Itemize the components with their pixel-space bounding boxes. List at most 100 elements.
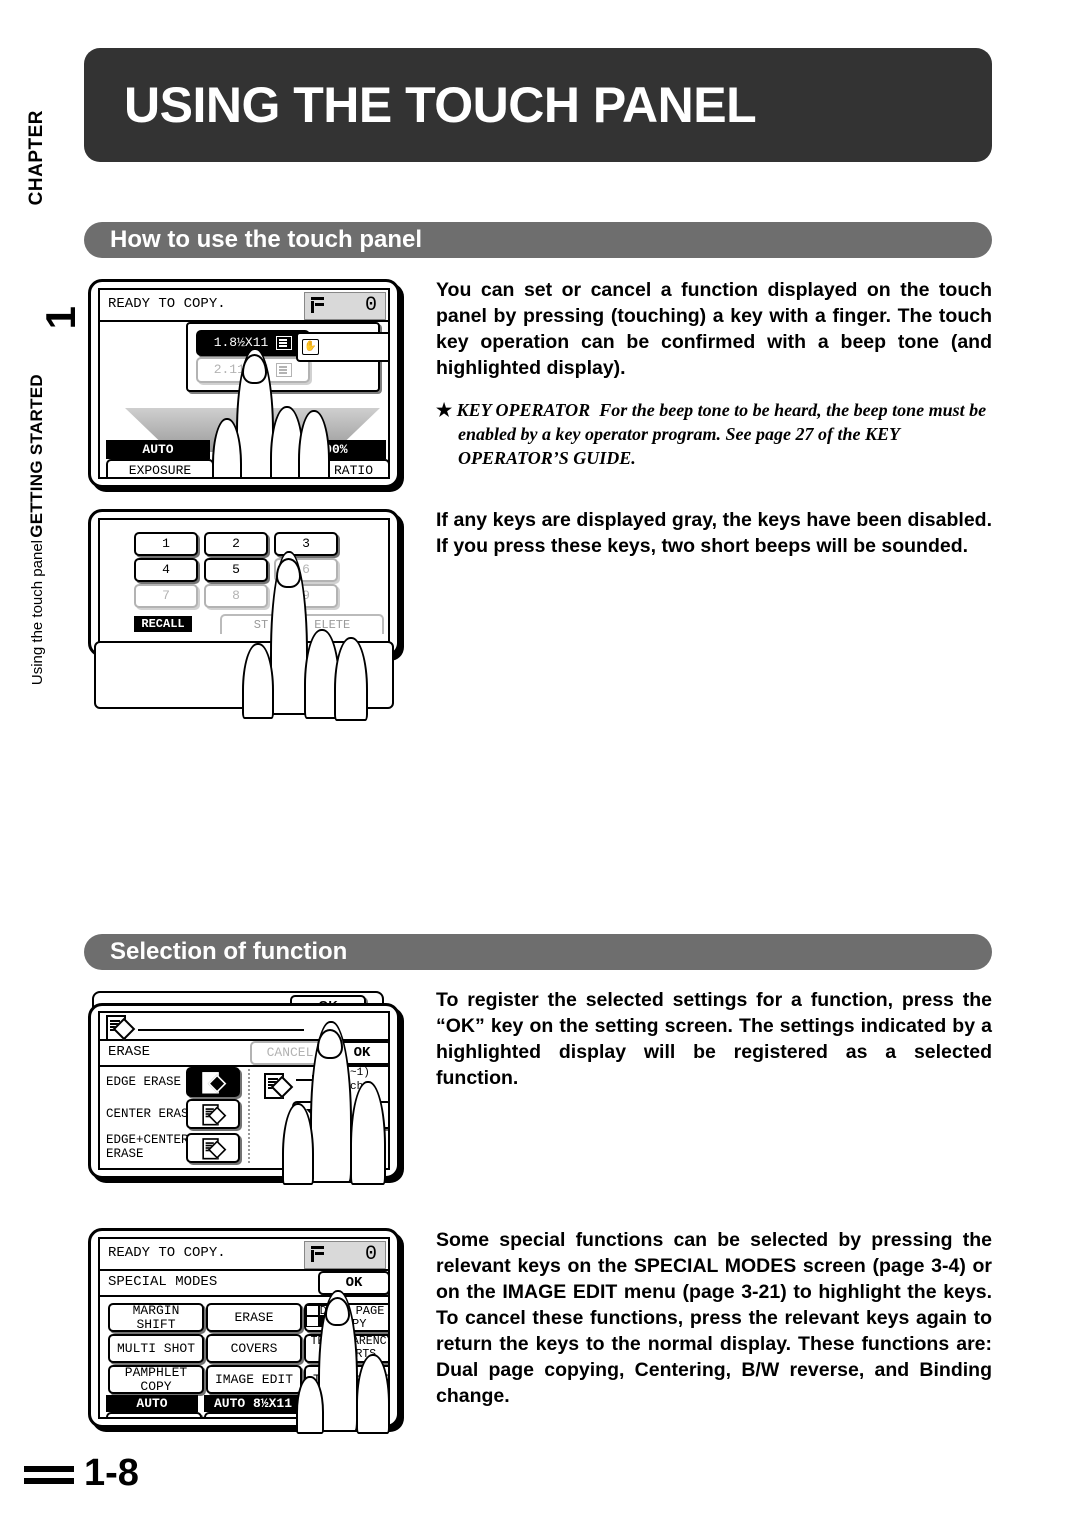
program-key-2-label: 2 bbox=[232, 536, 240, 552]
paper-select-key-label: PAPER SELECT bbox=[208, 1416, 302, 1417]
section-heading-bar-2: Selection of function bbox=[84, 934, 992, 970]
sidebar-section-name: GETTING STARTED bbox=[27, 374, 46, 538]
edge-center-erase-label: EDGE+CENTER ERASE bbox=[106, 1133, 189, 1162]
erase-width-icon bbox=[264, 1073, 294, 1099]
key-covers-label: COVERS bbox=[230, 1340, 278, 1356]
page-title-bar: USING THE TOUCH PANEL bbox=[84, 48, 992, 162]
exposure-value-2: AUTO bbox=[106, 1395, 198, 1412]
key-erase[interactable]: ERASE bbox=[206, 1303, 302, 1332]
status-row-2: READY TO COPY. 0 bbox=[100, 1239, 388, 1271]
program-key-3[interactable]: 3 bbox=[274, 532, 338, 556]
key-transparency-label-2: INSERTS bbox=[327, 1347, 377, 1361]
ok-button[interactable]: OK bbox=[332, 1041, 388, 1065]
program-key-9[interactable]: 9 bbox=[274, 584, 338, 608]
page-marker bbox=[24, 1466, 74, 1490]
program-key-5-label: 5 bbox=[232, 562, 240, 578]
function-icon-bar bbox=[100, 1013, 388, 1041]
center-erase-icon bbox=[202, 1104, 227, 1126]
program-key-2[interactable]: 2 bbox=[204, 532, 268, 556]
section-heading-2: Selection of function bbox=[110, 938, 348, 965]
paper-size-option-1[interactable]: 1.8½X11 bbox=[196, 330, 310, 356]
program-key-3-label: 3 bbox=[302, 536, 310, 552]
erase-function-icon bbox=[106, 1015, 136, 1041]
dual-page-icon bbox=[306, 1305, 332, 1327]
paper-type-icon-2 bbox=[276, 363, 293, 377]
chapter-sidebar: CHAPTER 1 GETTING STARTED Using the touc… bbox=[0, 110, 84, 685]
program-key-1[interactable]: 1 bbox=[134, 532, 198, 556]
lcd-screen: READY TO COPY. 0 1.8½X11 2.11X17 ✋ AUTO … bbox=[98, 288, 390, 479]
edge-center-erase-icon bbox=[202, 1138, 227, 1160]
illustration-special-modes-screen: READY TO COPY. 0 SPECIAL MODES OK MARGIN… bbox=[88, 1228, 400, 1434]
program-key-4-label: 4 bbox=[162, 562, 170, 578]
edge-erase-icon bbox=[202, 1072, 227, 1094]
copy-count-value-2: 0 bbox=[364, 1243, 377, 1266]
decrement-arrow-button[interactable] bbox=[292, 1101, 342, 1129]
center-erase-key[interactable] bbox=[186, 1099, 240, 1129]
bypass-tray-field[interactable]: ✋ bbox=[296, 332, 388, 362]
key-pamphlet-copy-label: PAMPHLET COPY bbox=[124, 1364, 188, 1394]
page-title: USING THE TOUCH PANEL bbox=[124, 77, 757, 133]
program-key-8-label: 8 bbox=[232, 588, 240, 604]
erase-width-value: 1 bbox=[322, 1068, 346, 1094]
illustration-basic-copy-screen: READY TO COPY. 0 1.8½X11 2.11X17 ✋ AUTO … bbox=[88, 279, 400, 488]
paper-tray-icon bbox=[311, 297, 327, 314]
edge-erase-key[interactable] bbox=[186, 1067, 240, 1097]
erase-screen-title: ERASE bbox=[108, 1044, 151, 1060]
key-image-edit[interactable]: IMAGE EDIT bbox=[206, 1365, 302, 1394]
key-multi-shot-label: MULTI SHOT bbox=[116, 1340, 195, 1356]
lcd-screen-4: READY TO COPY. 0 SPECIAL MODES OK MARGIN… bbox=[98, 1237, 390, 1419]
paragraph-2: If any keys are displayed gray, the keys… bbox=[436, 509, 992, 557]
paper-size-option-2-label: 2.11X17 bbox=[213, 362, 269, 378]
program-key-8[interactable]: 8 bbox=[204, 584, 268, 608]
program-key-6-label: 6 bbox=[302, 562, 310, 578]
section-heading-bar-1: How to use the touch panel bbox=[84, 222, 992, 258]
sidebar-chapter-number: 1 bbox=[37, 306, 84, 330]
paper-type-icon bbox=[276, 336, 293, 350]
paper-size-option-1-label: 1.8½X11 bbox=[213, 335, 269, 351]
status-row: READY TO COPY. 0 bbox=[100, 290, 388, 322]
program-key-5[interactable]: 5 bbox=[204, 558, 268, 582]
key-margin-shift-label: MARGIN SHIFT bbox=[132, 1302, 180, 1332]
key-margin-shift[interactable]: MARGIN SHIFT bbox=[108, 1303, 204, 1332]
key-transparency-inserts[interactable]: TRANSPARENCY INSERTS bbox=[304, 1334, 388, 1363]
increment-arrow-button[interactable] bbox=[362, 1101, 388, 1129]
program-key-7[interactable]: 7 bbox=[134, 584, 198, 608]
special-modes-title-row: SPECIAL MODES OK bbox=[100, 1269, 388, 1297]
copy-count-box-2: 0 bbox=[304, 1241, 386, 1269]
copy-ratio-key[interactable]: COPY RATIO bbox=[278, 459, 388, 478]
tab-recall[interactable]: RECALL bbox=[134, 616, 192, 632]
status-message: READY TO COPY. bbox=[108, 296, 226, 312]
exposure-key-2-label: EXPOSURE bbox=[123, 1416, 185, 1417]
tab-store-delete[interactable]: ST ELETE bbox=[220, 614, 384, 634]
cancel-button[interactable]: CANCEL bbox=[250, 1041, 330, 1065]
program-key-4[interactable]: 4 bbox=[134, 558, 198, 582]
exposure-key[interactable]: EXPOSURE bbox=[106, 459, 214, 477]
note-label: KEY OPERATOR bbox=[456, 400, 591, 420]
paragraph-4: Some special functions can be selected b… bbox=[436, 1229, 992, 1407]
edge-erase-label: EDGE ERASE bbox=[106, 1075, 182, 1089]
paper-select-key[interactable]: PAPER SELECT bbox=[204, 1412, 306, 1417]
paper-size-option-2[interactable]: 2.11X17 bbox=[196, 357, 310, 383]
program-key-6[interactable]: 6 bbox=[274, 558, 338, 582]
special-modes-ok-label: OK bbox=[345, 1274, 363, 1291]
program-key-9-label: 9 bbox=[302, 588, 310, 604]
key-multi-shot[interactable]: MULTI SHOT bbox=[108, 1334, 204, 1363]
key-pamphlet-copy[interactable]: PAMPHLET COPY bbox=[108, 1365, 204, 1394]
erase-title-row: ERASE CANCEL OK bbox=[100, 1039, 388, 1067]
key-dual-page-copy-label-2: COPY bbox=[337, 1316, 367, 1331]
hand-feed-icon: ✋ bbox=[302, 339, 319, 355]
copy-ratio-key-label: COPY RATIO bbox=[294, 462, 373, 478]
operation-panel-base bbox=[94, 641, 394, 709]
key-covers[interactable]: COVERS bbox=[206, 1334, 302, 1363]
center-erase-label: CENTER ERASE bbox=[106, 1107, 197, 1121]
key-text-stamp[interactable]: TEXT/STAMP bbox=[304, 1365, 388, 1394]
program-key-1-label: 1 bbox=[162, 536, 170, 552]
special-modes-title: SPECIAL MODES bbox=[108, 1274, 218, 1290]
special-modes-ok-button[interactable]: OK bbox=[318, 1271, 388, 1295]
copy-ratio-value: 100% bbox=[278, 440, 386, 459]
erase-range-hint-bottom: ch bbox=[350, 1081, 364, 1093]
edge-center-erase-key[interactable] bbox=[186, 1133, 240, 1163]
page-number: 1-8 bbox=[84, 1452, 139, 1494]
exposure-key-2[interactable]: EXPOSURE bbox=[106, 1412, 202, 1417]
copy-count-box: 0 bbox=[304, 292, 386, 320]
